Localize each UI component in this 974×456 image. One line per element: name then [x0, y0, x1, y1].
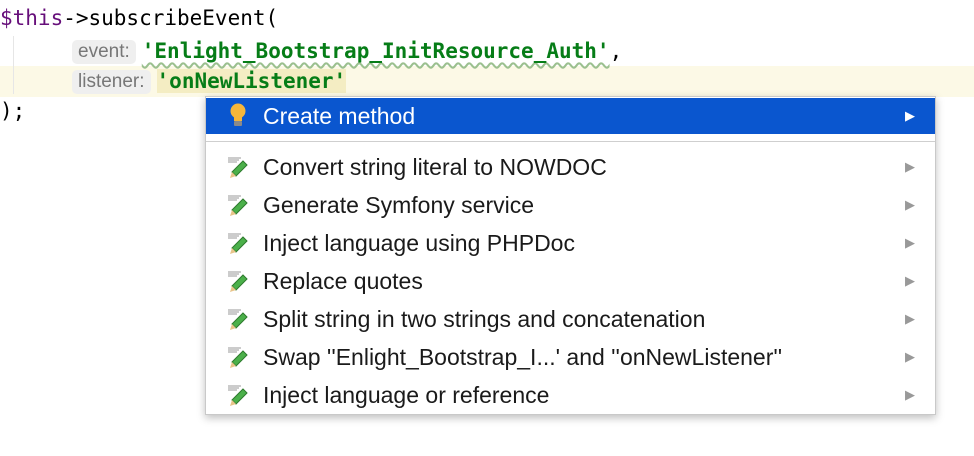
submenu-arrow-icon: ▶: [905, 387, 915, 402]
pencil-icon: [227, 270, 249, 292]
lightbulb-icon: [227, 103, 249, 127]
intention-actions-popup: Create method ▶ Convert string literal t…: [205, 96, 936, 415]
code-line-3[interactable]: listener:'onNewListener': [72, 65, 347, 98]
menu-item[interactable]: Swap ''Enlight_Bootstrap_I...' and ''onN…: [206, 339, 935, 375]
pencil-icon: [227, 156, 249, 178]
submenu-arrow-icon: ▶: [905, 108, 915, 123]
code-line-4[interactable]: );: [0, 95, 25, 128]
code-line-1[interactable]: $this->subscribeEvent(: [0, 2, 278, 35]
pencil-icon: [227, 194, 249, 216]
submenu-arrow-icon: ▶: [905, 311, 915, 326]
pencil-icon: [227, 232, 249, 254]
string-literal: 'onNewListener': [156, 69, 347, 93]
menu-item[interactable]: Split string in two strings and concaten…: [206, 301, 935, 337]
menu-item[interactable]: Generate Symfony service ▶: [206, 187, 935, 223]
pencil-icon: [227, 308, 249, 330]
menu-item[interactable]: Replace quotes ▶: [206, 263, 935, 299]
submenu-arrow-icon: ▶: [905, 349, 915, 364]
parameter-hint-event: event:: [72, 40, 136, 64]
menu-item[interactable]: Convert string literal to NOWDOC ▶: [206, 149, 935, 185]
string-literal: 'Enlight_Bootstrap_InitResource_Auth': [141, 39, 610, 63]
menu-item[interactable]: Inject language using PHPDoc ▶: [206, 225, 935, 261]
pencil-icon: [227, 384, 249, 406]
separator: [206, 141, 935, 142]
pencil-icon: [227, 346, 249, 368]
parameter-hint-listener: listener:: [72, 70, 151, 94]
code-line-2[interactable]: event: 'Enlight_Bootstrap_InitResource_Au…: [72, 35, 622, 68]
indent-guide: [13, 36, 14, 94]
menu-item[interactable]: Inject language or reference ▶: [206, 377, 935, 413]
submenu-arrow-icon: ▶: [905, 197, 915, 212]
menu-item-create-method[interactable]: Create method ▶: [206, 98, 935, 134]
submenu-arrow-icon: ▶: [905, 159, 915, 174]
submenu-arrow-icon: ▶: [905, 273, 915, 288]
submenu-arrow-icon: ▶: [905, 235, 915, 250]
